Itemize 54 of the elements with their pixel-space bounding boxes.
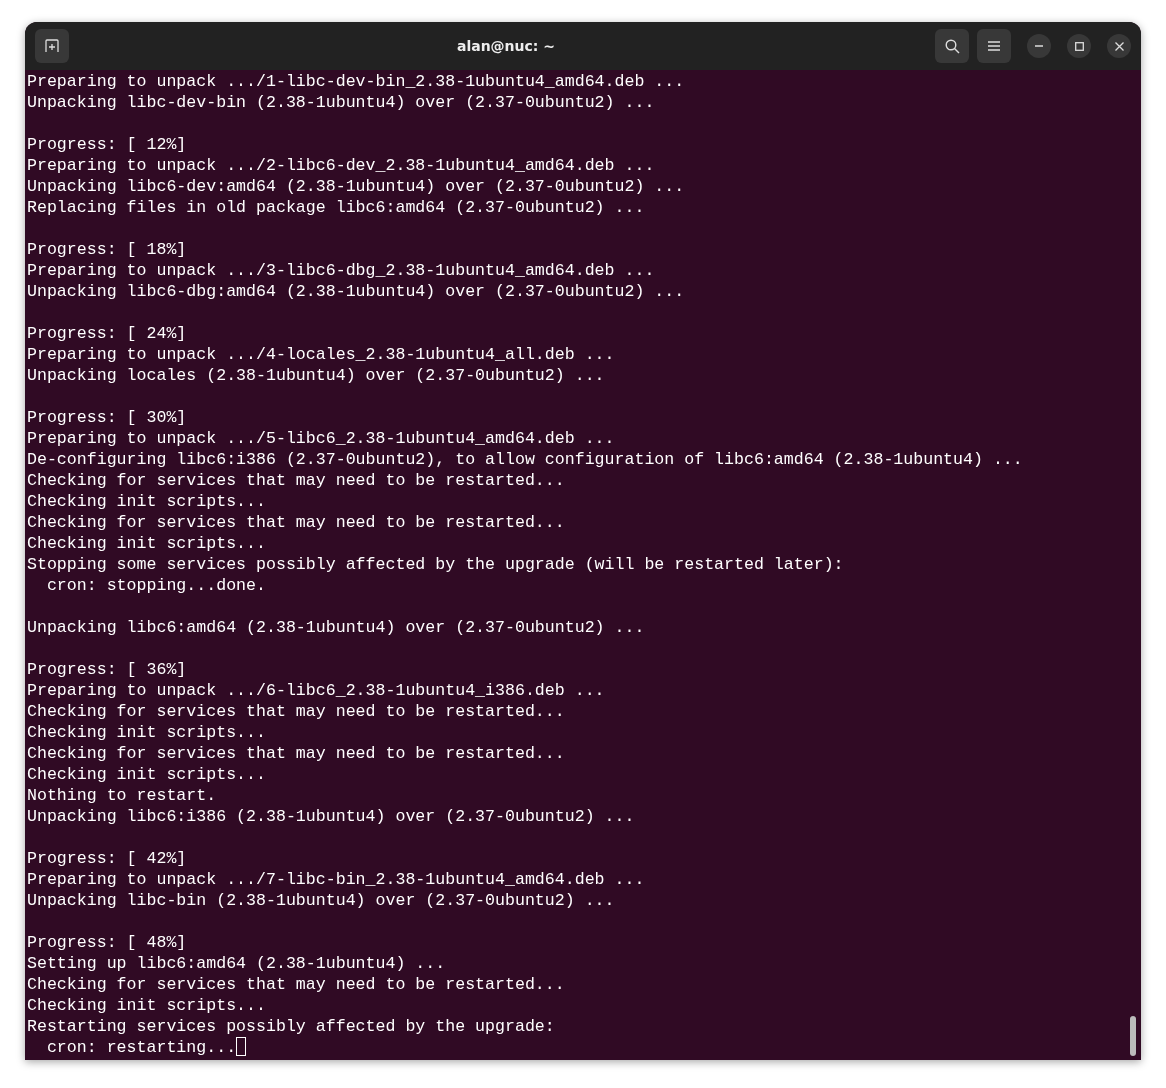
output-line: Unpacking locales (2.38-1ubuntu4) over (2.37-0ubuntu2) ... — [27, 365, 605, 386]
output-line: Checking init scripts... — [27, 722, 266, 743]
output-line: Preparing to unpack .../5-libc6_2.38-1ubuntu4_amd64.deb ... — [27, 428, 615, 449]
output-line: Checking for services that may need to be restarted... — [27, 743, 565, 764]
output-line: Preparing to unpack .../6-libc6_2.38-1ubuntu4_i386.deb ... — [27, 680, 605, 701]
search-icon — [944, 38, 960, 54]
output-line: Checking for services that may need to be restarted... — [27, 701, 565, 722]
output-line: Progress: [ 24%] — [27, 323, 187, 344]
output-line: Unpacking libc6:amd64 (2.38-1ubuntu4) over (2.37-0ubuntu2) ... — [27, 617, 645, 638]
output-line: Preparing to unpack .../4-locales_2.38-1ubuntu4_all.deb ... — [27, 344, 615, 365]
output-line: Preparing to unpack .../1-libc-dev-bin_2.38-1ubuntu4_amd64.deb ... — [27, 71, 685, 92]
output-line: Unpacking libc6-dbg:amd64 (2.38-1ubuntu4) over (2.37-0ubuntu2) ... — [27, 281, 685, 302]
output-line: Checking for services that may need to be restarted... — [27, 512, 565, 533]
output-line: Unpacking libc-bin (2.38-1ubuntu4) over (2.37-0ubuntu2) ... — [27, 890, 615, 911]
output-line: Checking init scripts... — [27, 533, 266, 554]
output-line: cron: restarting... — [45, 1037, 237, 1058]
output-line: Preparing to unpack .../2-libc6-dev_2.38-1ubuntu4_amd64.deb ... — [27, 155, 655, 176]
text-cursor — [236, 1037, 247, 1056]
output-line: Unpacking libc6-dev:amd64 (2.38-1ubuntu4) over (2.37-0ubuntu2) ... — [27, 176, 685, 197]
minimize-button[interactable] — [1027, 34, 1051, 58]
maximize-icon — [1074, 41, 1084, 51]
output-line: Progress: [ 12%] — [27, 134, 187, 155]
new-tab-button[interactable] — [35, 29, 69, 63]
output-line: Progress: [ 36%] — [27, 659, 187, 680]
output-line: Preparing to unpack .../7-libc-bin_2.38-1ubuntu4_amd64.deb ... — [27, 869, 645, 890]
output-line: Checking init scripts... — [27, 764, 266, 785]
output-line: Checking for services that may need to be restarted... — [27, 470, 565, 491]
output-line: De-configuring libc6:i386 (2.37-0ubuntu2), to allow configuration of libc6:amd64 (2.38-1ubuntu4) ... — [27, 449, 1023, 470]
minimize-icon — [1035, 45, 1043, 47]
scrollbar[interactable] — [1130, 1016, 1136, 1056]
search-button[interactable] — [935, 29, 969, 63]
output-line: cron: stopping...done. — [45, 575, 266, 596]
output-line: Checking init scripts... — [27, 491, 266, 512]
output-line: Checking init scripts... — [27, 995, 266, 1016]
window-title: alan@nuc: ~ — [455, 38, 557, 54]
output-line: Unpacking libc-dev-bin (2.38-1ubuntu4) over (2.37-0ubuntu2) ... — [27, 92, 655, 113]
output-line: Progress: [ 30%] — [27, 407, 187, 428]
close-icon — [1114, 41, 1124, 51]
new-tab-icon — [45, 39, 59, 53]
output-line: Preparing to unpack .../3-libc6-dbg_2.38-1ubuntu4_amd64.deb ... — [27, 260, 655, 281]
output-line: Replacing files in old package libc6:amd64 (2.37-0ubuntu2) ... — [27, 197, 645, 218]
maximize-button[interactable] — [1067, 34, 1091, 58]
close-button[interactable] — [1107, 34, 1131, 58]
output-line: Unpacking libc6:i386 (2.38-1ubuntu4) over (2.37-0ubuntu2) ... — [27, 806, 635, 827]
menu-icon — [988, 41, 1000, 51]
output-line: Setting up libc6:amd64 (2.38-1ubuntu4) ... — [27, 953, 446, 974]
output-line: Nothing to restart. — [27, 785, 217, 806]
output-line: Checking for services that may need to be restarted... — [27, 974, 565, 995]
menu-button[interactable] — [977, 29, 1011, 63]
output-line: Stopping some services possibly affected by the upgrade (will be restarted later): — [27, 554, 844, 575]
output-line: Progress: [ 18%] — [27, 239, 187, 260]
output-line: Progress: [ 42%] — [27, 848, 187, 869]
output-line: Progress: [ 48%] — [27, 932, 187, 953]
output-line: Restarting services possibly affected by the upgrade: — [27, 1016, 555, 1037]
